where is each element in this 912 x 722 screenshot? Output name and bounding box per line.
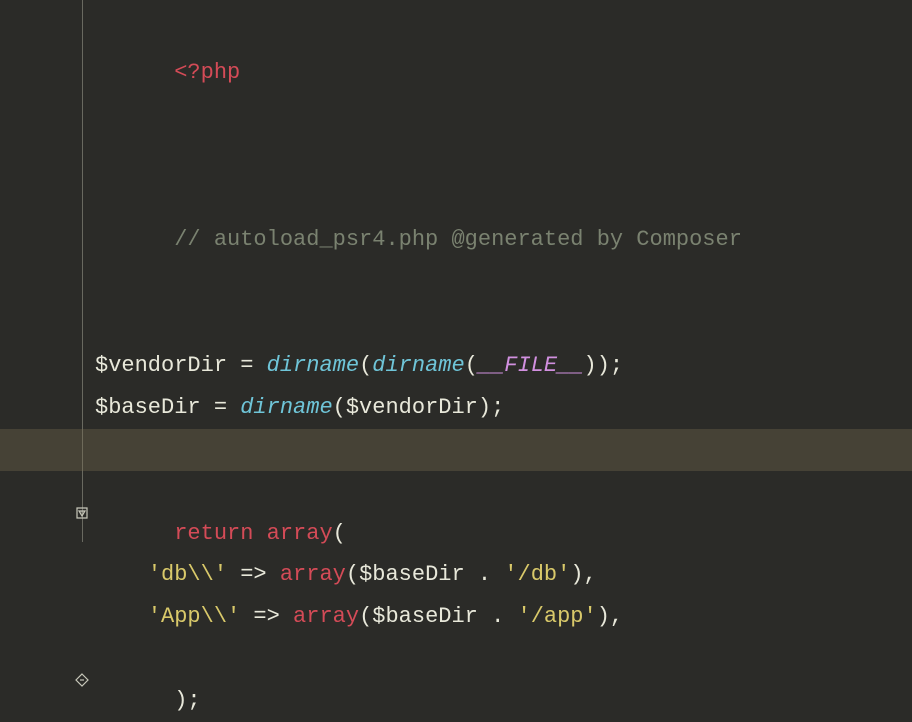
indent bbox=[95, 562, 148, 587]
code-line: 'App\\' => array($baseDir . '/app'), bbox=[95, 596, 912, 638]
array-keyword: array bbox=[293, 604, 359, 629]
variable: $baseDir bbox=[95, 395, 201, 420]
concat-operator: . bbox=[478, 604, 518, 629]
arrow-operator: => bbox=[240, 604, 293, 629]
function-call: dirname bbox=[267, 353, 359, 378]
paren: ); bbox=[174, 688, 200, 713]
code-area[interactable]: <?php // autoload_psr4.php @generated by… bbox=[0, 0, 912, 722]
code-line: $vendorDir = dirname(dirname(__FILE__)); bbox=[95, 345, 912, 387]
arrow-operator: => bbox=[227, 562, 280, 587]
array-keyword: array bbox=[280, 562, 346, 587]
comment-text: // autoload_psr4.php @generated by Compo… bbox=[174, 227, 742, 252]
php-open-tag: <?php bbox=[174, 60, 240, 85]
operator: = bbox=[227, 353, 267, 378]
string-literal: 'App\\' bbox=[148, 604, 240, 629]
function-call: dirname bbox=[372, 353, 464, 378]
code-line: $baseDir = dirname($vendorDir); bbox=[95, 387, 912, 429]
code-line: // autoload_psr4.php @generated by Compo… bbox=[95, 177, 912, 302]
code-line: <?php bbox=[95, 10, 912, 135]
indent bbox=[95, 604, 148, 629]
magic-constant: __FILE__ bbox=[478, 353, 584, 378]
function-call: dirname bbox=[240, 395, 332, 420]
variable: $baseDir bbox=[372, 604, 478, 629]
concat-operator: . bbox=[465, 562, 505, 587]
code-line-highlighted bbox=[0, 429, 912, 471]
variable: $vendorDir bbox=[346, 395, 478, 420]
paren: ( bbox=[346, 562, 359, 587]
variable: $vendorDir bbox=[95, 353, 227, 378]
string-literal: 'db\\' bbox=[148, 562, 227, 587]
code-line-blank bbox=[95, 303, 912, 345]
code-line: 'db\\' => array($baseDir . '/db'), bbox=[95, 554, 912, 596]
paren: ( bbox=[359, 604, 372, 629]
operator: = bbox=[201, 395, 241, 420]
paren: )); bbox=[584, 353, 624, 378]
code-line: ); bbox=[95, 638, 912, 722]
string-literal: '/db' bbox=[504, 562, 570, 587]
code-editor[interactable]: <?php // autoload_psr4.php @generated by… bbox=[0, 0, 912, 542]
paren: ( bbox=[359, 353, 372, 378]
fold-open-icon[interactable] bbox=[75, 506, 89, 520]
variable: $baseDir bbox=[359, 562, 465, 587]
paren: ); bbox=[478, 395, 504, 420]
fold-close-icon[interactable] bbox=[75, 673, 89, 687]
code-line-blank bbox=[95, 135, 912, 177]
paren: ), bbox=[597, 604, 623, 629]
paren: ), bbox=[570, 562, 596, 587]
paren: ( bbox=[465, 353, 478, 378]
paren: ( bbox=[333, 395, 346, 420]
string-literal: '/app' bbox=[518, 604, 597, 629]
